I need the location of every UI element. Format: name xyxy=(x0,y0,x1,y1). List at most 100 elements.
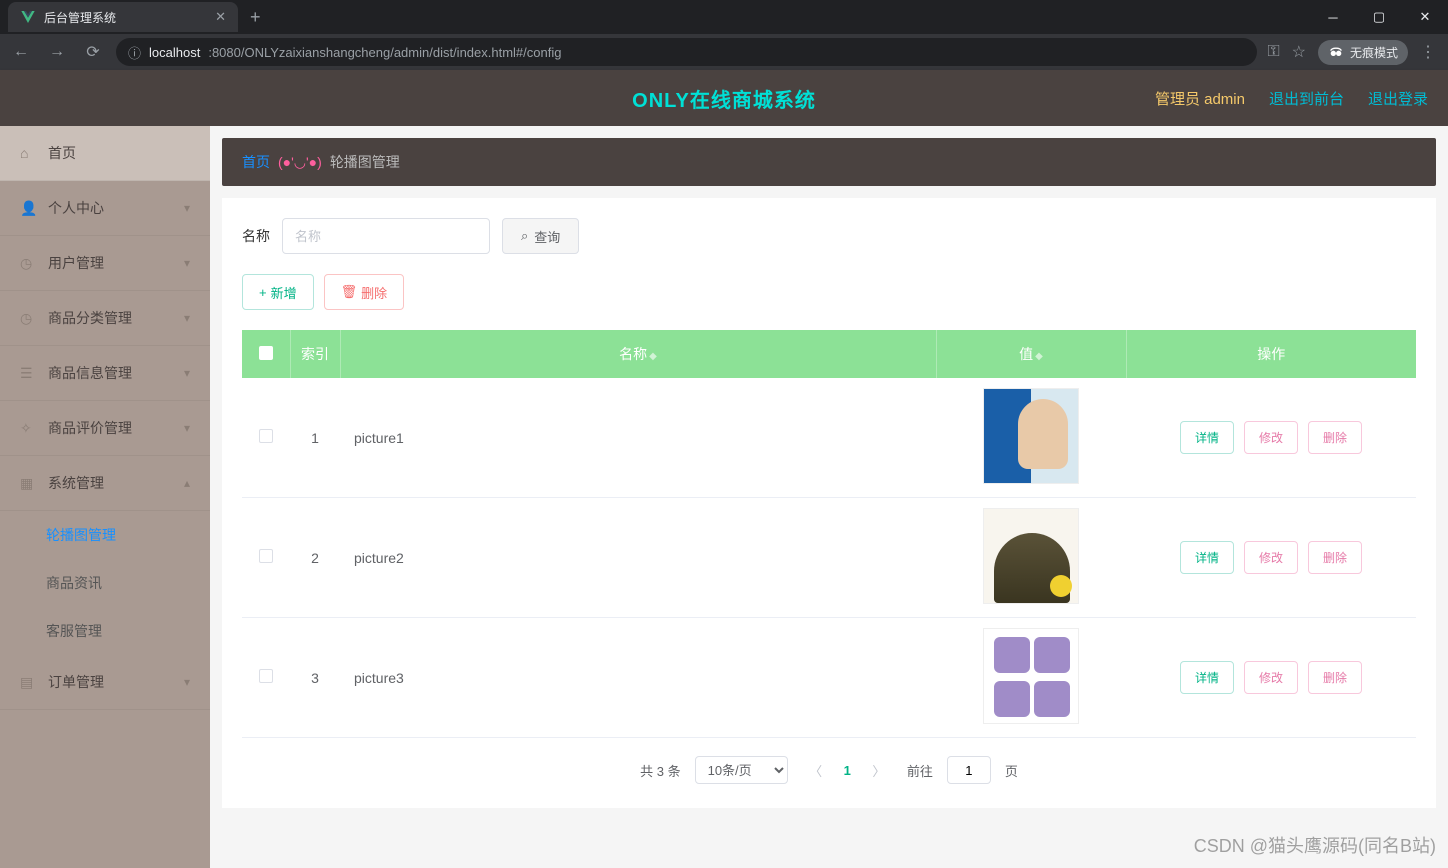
list-icon: ☰ xyxy=(20,365,38,382)
plus-icon: + xyxy=(259,285,267,300)
sort-icon: ◆ xyxy=(1035,351,1043,362)
col-index[interactable]: 索引 xyxy=(290,330,340,378)
header-right: 管理员 admin 退出到前台 退出登录 xyxy=(1155,88,1428,109)
goto-page-input[interactable] xyxy=(947,756,991,784)
star-icon[interactable]: ☆ xyxy=(1292,42,1306,62)
user-icon: 👤 xyxy=(20,200,38,217)
logout-link[interactable]: 退出登录 xyxy=(1368,88,1428,109)
goto-suffix: 页 xyxy=(1005,761,1018,780)
new-tab-button[interactable]: + xyxy=(250,7,261,28)
back-button[interactable]: ← xyxy=(8,39,34,65)
url-field[interactable]: ⓘ localhost :8080/ONLYzaixianshangcheng/a… xyxy=(116,38,1257,66)
forward-button[interactable]: → xyxy=(44,39,70,65)
url-path: :8080/ONLYzaixianshangcheng/admin/dist/i… xyxy=(208,45,561,60)
sidebar-item-label: 商品信息管理 xyxy=(48,363,132,383)
key-icon[interactable]: ⚿ xyxy=(1267,43,1279,61)
browser-chrome: 后台管理系统 ✕ + ─ ▢ ✕ ← → ⟳ ⓘ localhost :8080/… xyxy=(0,0,1448,70)
sidebar-sub-label: 轮播图管理 xyxy=(46,525,116,545)
col-value[interactable]: 值◆ xyxy=(936,330,1126,378)
detail-button[interactable]: 详情 xyxy=(1180,661,1234,694)
window-minimize-icon[interactable]: ─ xyxy=(1310,0,1356,34)
sidebar-item-reviews[interactable]: ✧ 商品评价管理 ▾ xyxy=(0,401,210,456)
sidebar-item-category[interactable]: ◷ 商品分类管理 ▾ xyxy=(0,291,210,346)
reload-button[interactable]: ⟳ xyxy=(80,39,106,65)
grid-icon: ▦ xyxy=(20,475,38,492)
sidebar-item-label: 订单管理 xyxy=(48,672,104,692)
add-button[interactable]: + 新增 xyxy=(242,274,314,310)
delete-button[interactable]: 🗑 删除 xyxy=(324,274,405,310)
row-delete-button[interactable]: 删除 xyxy=(1308,541,1362,574)
page-size-select[interactable]: 10条/页 xyxy=(695,756,788,784)
detail-button[interactable]: 详情 xyxy=(1180,541,1234,574)
table-row: 1 picture1 详情 修改 删除 xyxy=(242,378,1416,498)
back-to-front-link[interactable]: 退出到前台 xyxy=(1269,88,1344,109)
sidebar-sub-label: 客服管理 xyxy=(46,621,102,641)
sidebar-item-system[interactable]: ▦ 系统管理 ▴ xyxy=(0,456,210,511)
search-button[interactable]: ⌕ 查询 xyxy=(502,218,579,254)
cell-index: 1 xyxy=(290,378,340,498)
select-all-checkbox[interactable] xyxy=(259,346,273,360)
chevron-down-icon: ▾ xyxy=(184,675,190,689)
vue-favicon-icon xyxy=(20,9,36,25)
menu-icon[interactable]: ⋮ xyxy=(1420,42,1436,62)
incognito-label: 无痕模式 xyxy=(1350,44,1398,61)
sidebar-sub-support[interactable]: 客服管理 xyxy=(0,607,210,655)
row-delete-button[interactable]: 删除 xyxy=(1308,661,1362,694)
address-bar: ← → ⟳ ⓘ localhost :8080/ONLYzaixianshangc… xyxy=(0,34,1448,70)
window-close-icon[interactable]: ✕ xyxy=(1402,0,1448,34)
site-info-icon[interactable]: ⓘ xyxy=(128,43,141,62)
row-checkbox[interactable] xyxy=(259,429,273,443)
sidebar-item-orders[interactable]: ▤ 订单管理 ▾ xyxy=(0,655,210,710)
cell-index: 3 xyxy=(290,618,340,738)
trash-icon: 🗑 xyxy=(341,284,358,300)
edit-button[interactable]: 修改 xyxy=(1244,421,1298,454)
app-body: ⌂ 首页 👤 个人中心 ▾ ◷ 用户管理 ▾ ◷ 商品分类管理 ▾ ☰ 商品信息… xyxy=(0,126,1448,868)
detail-button[interactable]: 详情 xyxy=(1180,421,1234,454)
cell-name: picture3 xyxy=(340,618,936,738)
edit-button[interactable]: 修改 xyxy=(1244,541,1298,574)
toolbar-right: ⚿ ☆ 无痕模式 ⋮ xyxy=(1267,40,1440,65)
breadcrumb-current: 轮播图管理 xyxy=(330,152,400,172)
clock-icon: ◷ xyxy=(20,255,38,272)
search-icon: ⌕ xyxy=(521,228,528,244)
sidebar-sub-news[interactable]: 商品资讯 xyxy=(0,559,210,607)
col-name[interactable]: 名称◆ xyxy=(340,330,936,378)
cell-name: picture2 xyxy=(340,498,936,618)
current-page[interactable]: 1 xyxy=(844,763,851,778)
search-input[interactable] xyxy=(282,218,490,254)
edit-button[interactable]: 修改 xyxy=(1244,661,1298,694)
window-controls: ─ ▢ ✕ xyxy=(1310,0,1448,34)
breadcrumb-home[interactable]: 首页 xyxy=(242,152,270,172)
breadcrumb-emoji: (●'◡'●) xyxy=(278,154,322,171)
sidebar-item-users[interactable]: ◷ 用户管理 ▾ xyxy=(0,236,210,291)
window-maximize-icon[interactable]: ▢ xyxy=(1356,0,1402,34)
search-label: 名称 xyxy=(242,226,270,246)
pager-total: 共 3 条 xyxy=(640,761,680,780)
data-table: 索引 名称◆ 值◆ 操作 1 picture1 详情 修改 xyxy=(242,330,1416,738)
table-row: 2 picture2 详情 修改 删除 xyxy=(242,498,1416,618)
row-checkbox[interactable] xyxy=(259,669,273,683)
category-icon: ◷ xyxy=(20,310,38,327)
chevron-down-icon: ▾ xyxy=(184,421,190,435)
sidebar-item-label: 个人中心 xyxy=(48,198,104,218)
sidebar-item-label: 首页 xyxy=(48,143,76,163)
next-page-button[interactable]: 〉 xyxy=(865,756,893,784)
prev-page-button[interactable]: 〈 xyxy=(802,756,830,784)
cell-index: 2 xyxy=(290,498,340,618)
url-host: localhost xyxy=(149,45,200,60)
order-icon: ▤ xyxy=(20,674,38,691)
sidebar-item-label: 用户管理 xyxy=(48,253,104,273)
pagination: 共 3 条 10条/页 〈 1 〉 前往 页 xyxy=(242,738,1416,788)
content: 首页 (●'◡'●) 轮播图管理 名称 ⌕ 查询 + 新增 🗑 xyxy=(210,126,1448,868)
sidebar-sub-carousel[interactable]: 轮播图管理 xyxy=(0,511,210,559)
chevron-up-icon: ▴ xyxy=(184,476,190,490)
row-delete-button[interactable]: 删除 xyxy=(1308,421,1362,454)
sidebar-item-profile[interactable]: 👤 个人中心 ▾ xyxy=(0,181,210,236)
browser-tab[interactable]: 后台管理系统 ✕ xyxy=(8,2,238,32)
action-row: + 新增 🗑 删除 xyxy=(242,274,1416,310)
tab-close-icon[interactable]: ✕ xyxy=(215,9,226,25)
sort-icon: ◆ xyxy=(649,351,657,362)
sidebar-item-product-info[interactable]: ☰ 商品信息管理 ▾ xyxy=(0,346,210,401)
sidebar-item-home[interactable]: ⌂ 首页 xyxy=(0,126,210,181)
row-checkbox[interactable] xyxy=(259,549,273,563)
